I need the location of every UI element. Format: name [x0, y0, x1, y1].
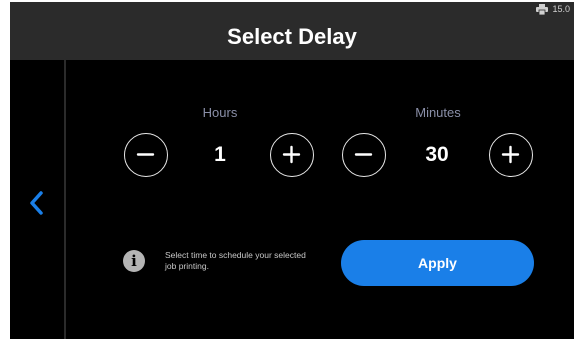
info-icon-glyph: i: [131, 252, 137, 270]
back-button[interactable]: [26, 189, 48, 217]
info-text: Select time to schedule your selected jo…: [165, 250, 306, 271]
minutes-increment-button[interactable]: [489, 133, 533, 177]
page-title: Select Delay: [227, 24, 357, 49]
hours-label: Hours: [202, 105, 238, 120]
minutes-value: 30: [425, 143, 449, 166]
minus-icon: [354, 153, 373, 156]
screen: 15.0 Select Delay Hours 1 Minutes 30 i S…: [10, 2, 574, 339]
plus-icon: [501, 145, 520, 164]
hours-increment-button[interactable]: [270, 133, 314, 177]
info-icon: i: [123, 250, 145, 272]
hours-value: 1: [214, 143, 226, 166]
minutes-label: Minutes: [415, 105, 461, 120]
status-bar: 15.0: [10, 2, 574, 18]
hours-decrement-button[interactable]: [124, 133, 168, 177]
sidebar-divider: [64, 60, 66, 339]
apply-button[interactable]: Apply: [341, 240, 534, 286]
chevron-left-icon: [30, 191, 43, 215]
status-text: 15.0: [552, 4, 570, 14]
plus-icon: [282, 145, 301, 164]
printer-icon: [536, 4, 548, 15]
title-bar: Select Delay: [10, 18, 574, 60]
minutes-decrement-button[interactable]: [342, 133, 386, 177]
minus-icon: [136, 153, 155, 156]
